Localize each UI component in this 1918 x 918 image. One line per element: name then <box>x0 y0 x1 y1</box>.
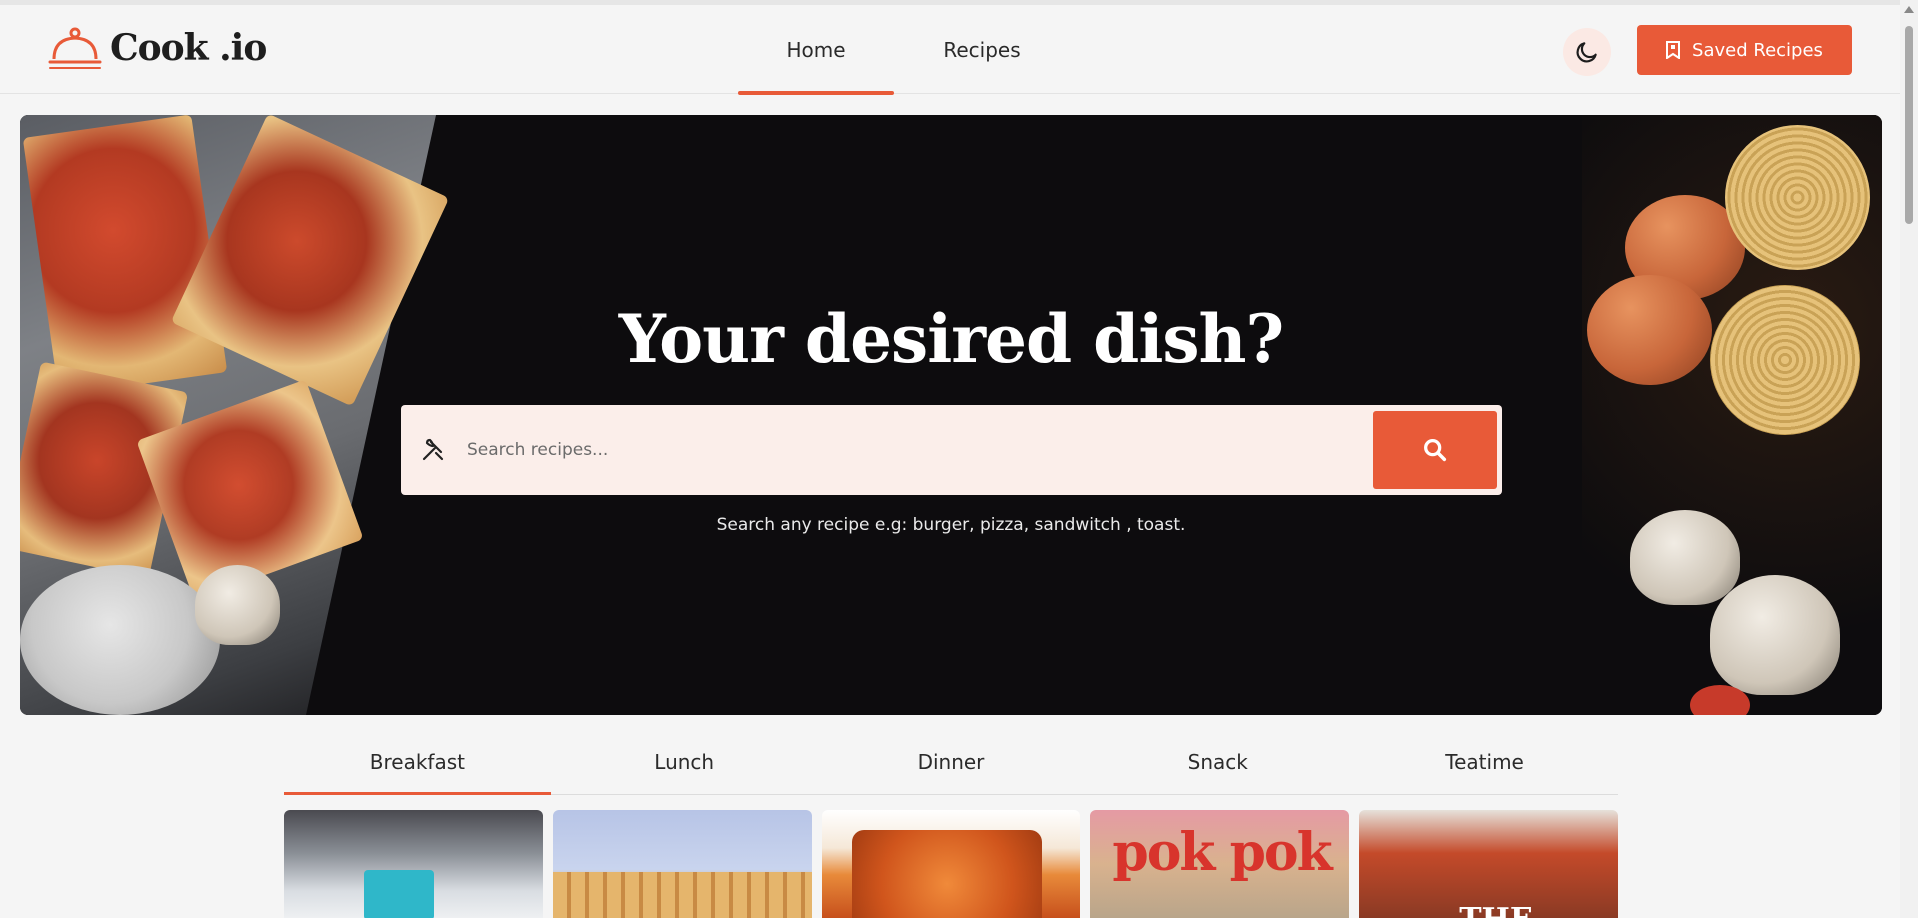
meal-tabs: Breakfast Lunch Dinner Snack Teatime <box>284 730 1618 795</box>
search-bar <box>401 405 1502 495</box>
recipe-cards: pok pok THE <box>284 810 1618 918</box>
mushroom-image <box>195 565 280 645</box>
site-header: Cook .io Home Recipes Saved Recipes <box>0 5 1900 95</box>
bookmark-icon <box>1666 41 1681 59</box>
hero-banner: Your desired dish? Search any recipe e.g… <box>20 115 1882 715</box>
card-title-text: pok pok <box>1112 822 1332 883</box>
tab-label: Lunch <box>654 750 715 774</box>
mushroom-image <box>20 565 220 715</box>
recipe-card[interactable]: THE <box>1359 810 1618 918</box>
tab-teatime[interactable]: Teatime <box>1351 730 1618 794</box>
search-hint: Search any recipe e.g: burger, pizza, sa… <box>716 515 1186 535</box>
search-icon <box>1424 439 1447 462</box>
recipe-image <box>851 830 1042 918</box>
tab-label: Snack <box>1187 750 1248 774</box>
scroll-thumb[interactable] <box>1905 26 1913 224</box>
tab-label: Teatime <box>1445 750 1524 774</box>
utensils-icon <box>422 438 444 461</box>
nav-home[interactable]: Home <box>738 5 894 95</box>
scroll-up-arrow-icon[interactable] <box>1904 6 1914 13</box>
logo[interactable]: Cook .io <box>48 27 267 69</box>
page-scrollbar[interactable] <box>1900 0 1918 918</box>
tab-label: Breakfast <box>369 750 465 774</box>
tab-breakfast[interactable]: Breakfast <box>284 730 551 795</box>
mushroom-image <box>1710 575 1840 695</box>
theme-toggle-button[interactable] <box>1563 28 1611 76</box>
tab-label: Dinner <box>917 750 985 774</box>
recipe-card[interactable] <box>821 810 1081 918</box>
tab-snack[interactable]: Snack <box>1084 730 1351 794</box>
moon-icon <box>1576 42 1597 63</box>
card-title-text: THE <box>1459 902 1533 918</box>
tab-lunch[interactable]: Lunch <box>551 730 818 794</box>
cloche-icon <box>48 27 102 69</box>
hero-title: Your desired dish? <box>618 300 1284 378</box>
recipe-card[interactable] <box>552 810 812 918</box>
recipe-image <box>364 870 434 918</box>
tab-dinner[interactable]: Dinner <box>818 730 1085 794</box>
pasta-nest-image <box>1725 125 1870 270</box>
recipe-image <box>552 872 812 918</box>
recipe-card[interactable]: pok pok <box>1090 810 1350 918</box>
saved-recipes-label: Saved Recipes <box>1692 39 1823 61</box>
nav-recipes[interactable]: Recipes <box>894 5 1070 94</box>
recipe-card[interactable] <box>284 810 543 918</box>
search-input[interactable] <box>467 425 1317 475</box>
search-button[interactable] <box>1373 411 1497 489</box>
main-nav: Home Recipes <box>738 5 1070 95</box>
logo-text: Cook .io <box>110 27 267 69</box>
saved-recipes-button[interactable]: Saved Recipes <box>1637 25 1852 75</box>
nav-home-label: Home <box>786 37 846 62</box>
nav-recipes-label: Recipes <box>943 37 1021 62</box>
